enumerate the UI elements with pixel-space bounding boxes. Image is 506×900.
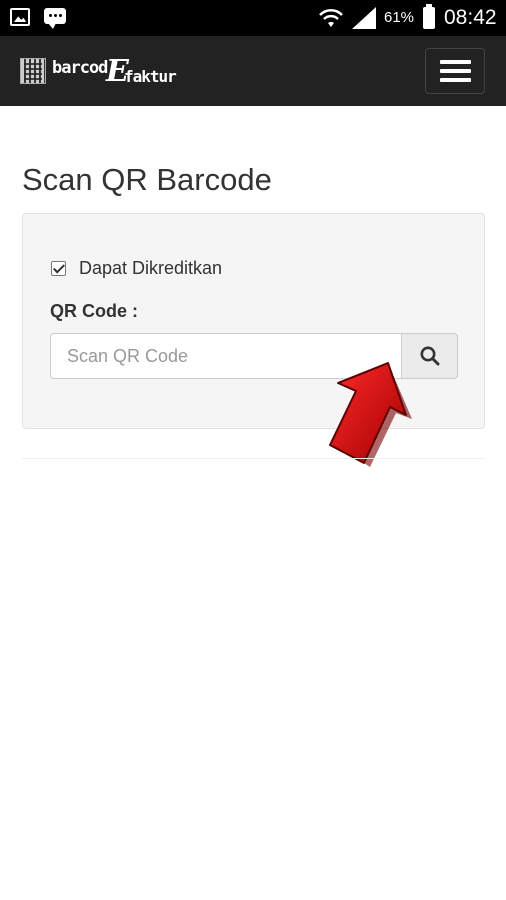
navbar: barcod E faktur [0,36,506,106]
hamburger-icon [440,60,471,64]
checkbox-label: Dapat Dikreditkan [79,258,223,278]
brand-text-barcod: barcod [52,58,108,78]
qr-code-label: QR Code : [50,301,138,321]
clock: 08:42 [444,6,497,29]
message-icon [44,8,66,29]
wifi-icon [319,8,343,27]
qr-logo-icon [20,58,46,84]
battery-percent: 61% [384,9,415,26]
divider [22,458,485,459]
search-icon [420,346,440,366]
battery-icon [423,4,435,29]
gallery-icon [10,8,30,26]
brand-text-faktur: faktur [124,67,177,86]
status-bar: 61% 08:42 [0,0,506,36]
menu-toggle-button[interactable] [425,48,485,94]
dapat-dikreditkan-checkbox[interactable] [51,261,66,276]
page-title: Scan QR Barcode [22,162,272,197]
annotation-arrow-icon [329,362,412,467]
signal-icon [352,7,376,29]
